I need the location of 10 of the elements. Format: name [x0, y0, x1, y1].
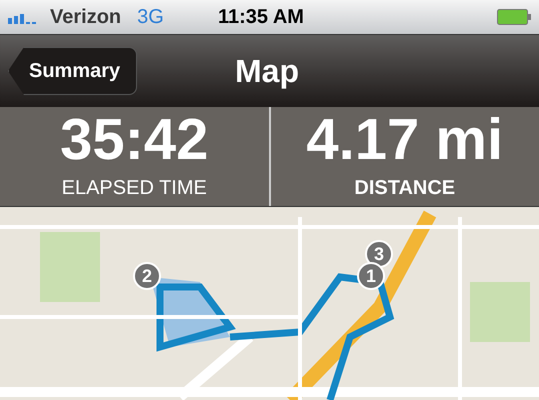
stat-value: 35:42 — [60, 110, 208, 168]
battery-icon — [497, 9, 531, 25]
carrier-name: Verizon — [50, 5, 122, 30]
stat-label: DISTANCE — [354, 176, 456, 200]
status-time: 11:35 AM — [218, 5, 304, 30]
back-button[interactable]: Summary — [8, 47, 138, 95]
stat-label: ELAPSED TIME — [62, 176, 207, 200]
network-type: 3G — [137, 5, 164, 30]
nav-title: Map — [235, 52, 299, 91]
stat-value: 4.17 mi — [306, 110, 504, 168]
